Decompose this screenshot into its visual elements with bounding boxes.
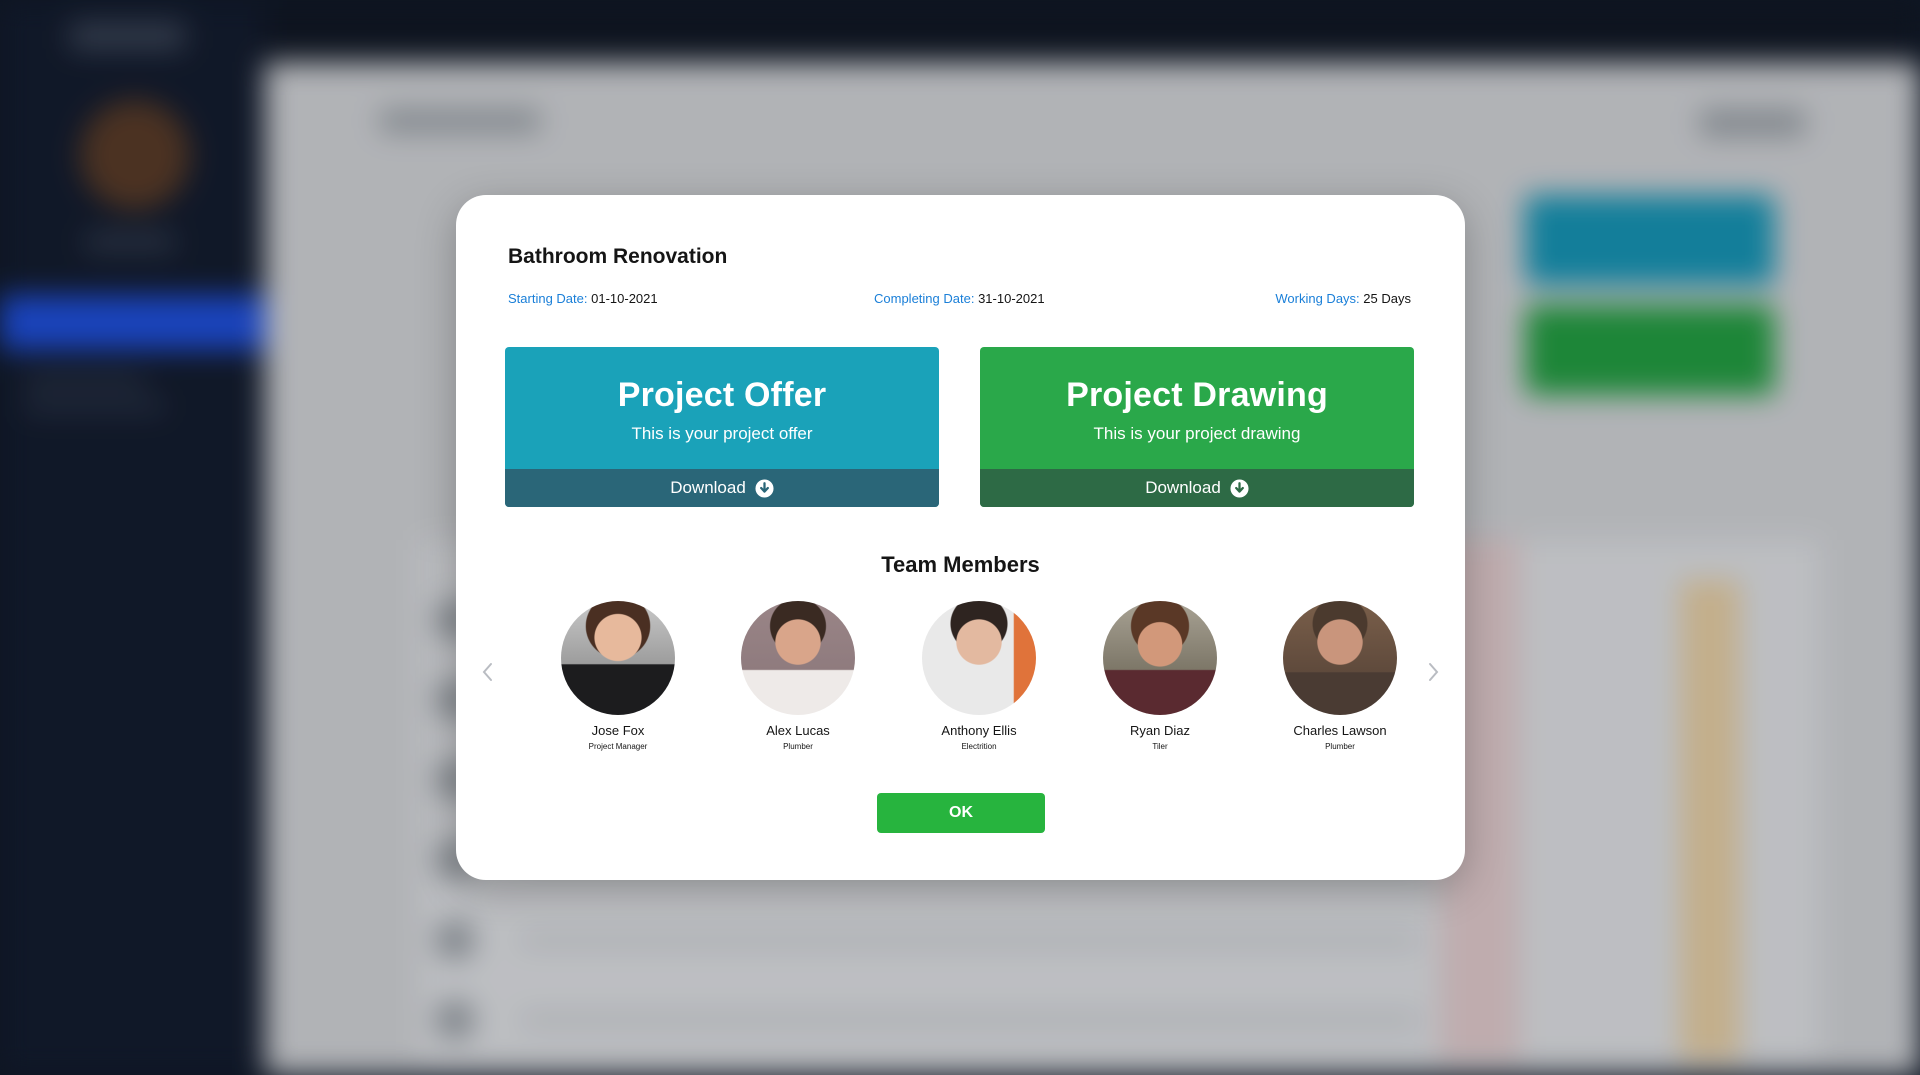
team-member-card[interactable]: Alex Lucas Plumber	[718, 601, 878, 751]
completing-date-value: 31-10-2021	[978, 291, 1045, 306]
project-offer-title: Project Offer	[617, 376, 827, 414]
team-member-name: Alex Lucas	[766, 723, 830, 738]
starting-date-label: Starting Date:	[508, 291, 588, 306]
download-circle-icon	[1230, 478, 1249, 498]
download-label: Download	[1145, 478, 1221, 497]
team-member-name: Jose Fox	[591, 723, 645, 738]
carousel-prev-button[interactable]	[476, 657, 500, 687]
carousel-next-button[interactable]	[1421, 657, 1445, 687]
team-member-role: Plumber	[783, 742, 813, 751]
team-member-role: Electrition	[961, 742, 997, 751]
chevron-right-icon	[1429, 663, 1439, 681]
completing-date-label: Completing Date:	[874, 291, 975, 306]
team-members-heading: Team Members	[881, 552, 1040, 577]
download-circle-icon	[755, 478, 774, 498]
working-days-value: 25 Days	[1363, 291, 1411, 306]
team-member-role: Plumber	[1325, 742, 1355, 751]
team-member-name: Charles Lawson	[1293, 723, 1387, 738]
working-days-info: Working Days: 25 Days	[1275, 291, 1411, 306]
project-offer-card: Project Offer This is your project offer…	[505, 347, 939, 507]
working-days-label: Working Days:	[1275, 291, 1360, 306]
starting-date-value: 01-10-2021	[591, 291, 658, 306]
team-member-avatar	[922, 601, 1036, 715]
team-member-avatar	[741, 601, 855, 715]
team-member-card[interactable]: Ryan Diaz Tiler	[1080, 601, 1240, 751]
download-label: Download	[670, 478, 746, 497]
project-drawing-card: Project Drawing This is your project dra…	[980, 347, 1414, 507]
team-member-role: Project Manager	[588, 742, 648, 751]
ok-button[interactable]: OK	[877, 793, 1045, 833]
starting-date-info: Starting Date: 01-10-2021	[508, 291, 658, 306]
project-details-modal: Bathroom Renovation Starting Date: 01-10…	[456, 195, 1465, 880]
project-drawing-subtitle: This is your project drawing	[1093, 424, 1301, 443]
team-member-card[interactable]: Anthony Ellis Electrition	[899, 601, 1059, 751]
project-offer-download-button[interactable]: Download	[505, 469, 939, 507]
chevron-left-icon	[482, 663, 492, 681]
team-member-name: Ryan Diaz	[1130, 723, 1190, 738]
modal-title: Bathroom Renovation	[508, 245, 728, 268]
project-offer-subtitle: This is your project offer	[631, 424, 813, 443]
team-member-card[interactable]: Charles Lawson Plumber	[1260, 601, 1420, 751]
team-member-card[interactable]: Jose Fox Project Manager	[538, 601, 698, 751]
team-member-name: Anthony Ellis	[941, 723, 1017, 738]
team-member-role: Tiler	[1152, 742, 1168, 751]
team-member-avatar	[1103, 601, 1217, 715]
project-drawing-title: Project Drawing	[1066, 376, 1328, 414]
team-member-avatar	[561, 601, 675, 715]
project-drawing-download-button[interactable]: Download	[980, 469, 1414, 507]
completing-date-info: Completing Date: 31-10-2021	[874, 291, 1045, 306]
team-member-avatar	[1283, 601, 1397, 715]
